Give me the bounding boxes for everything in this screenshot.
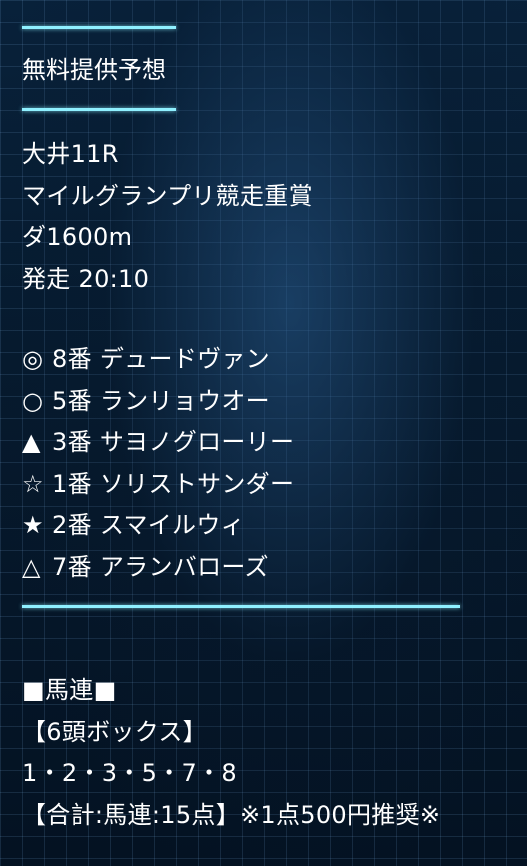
bet-section: ■馬連■ 【6頭ボックス】 1・2・3・5・7・8 【合計:馬連:15点】※1点… (22, 670, 440, 836)
pick-number: 3番 (52, 428, 92, 456)
bet-type: ■馬連■ (22, 676, 117, 704)
pick-horse: サヨノグローリー (99, 428, 295, 456)
pick-item: ○ 5番 ランリョウオー (22, 381, 294, 423)
pick-number: 7番 (52, 552, 92, 581)
pick-horse: デュードヴァン (99, 345, 270, 373)
pick-item: ▲ 3番 サヨノグローリー (22, 422, 294, 464)
pick-number: 8番 (52, 345, 92, 373)
race-name: マイルグランプリ競走重賞 (22, 181, 313, 210)
pick-mark: ☆ (22, 469, 44, 498)
pick-item: ☆ 1番 ソリストサンダー (22, 464, 294, 506)
pick-horse: ランリョウオー (99, 386, 270, 415)
pick-mark: ◎ (22, 345, 44, 373)
pick-number: 2番 (52, 511, 92, 539)
pick-horse: アランバローズ (99, 552, 269, 581)
pick-mark: △ (22, 552, 41, 581)
pick-item: ★ 2番 スマイルウィ (22, 505, 294, 547)
pick-number: 5番 (52, 386, 92, 415)
pick-item: ◎ 8番 デュードヴァン (22, 339, 294, 381)
bet-numbers: 1・2・3・5・7・8 (22, 759, 237, 787)
picks-list: ◎ 8番 デュードヴァン ○ 5番 ランリョウオー ▲ 3番 サヨノグローリー ☆ 1番 ソリス… (22, 339, 294, 588)
title-divider (22, 108, 176, 111)
pick-number: 1番 (52, 469, 92, 498)
pick-item: △ 7番 アランバローズ (22, 547, 294, 589)
race-info: 大井11R マイルグランプリ競走重賞 ダ1600m 発走 20:10 (22, 134, 313, 300)
pick-horse: スマイルウィ (99, 511, 245, 539)
bet-summary: 【合計:馬連:15点】※1点500円推奨※ (22, 800, 441, 829)
pick-mark: ★ (22, 511, 44, 539)
section-divider (22, 605, 460, 608)
race-course: ダ1600m (22, 223, 133, 251)
pick-mark: ▲ (22, 428, 41, 456)
top-divider (22, 26, 176, 29)
pick-mark: ○ (22, 386, 44, 415)
race-venue: 大井11R (22, 140, 119, 168)
bet-format: 【6頭ボックス】 (22, 717, 207, 746)
race-start-time: 発走 20:10 (22, 264, 150, 293)
page-title: 無料提供予想 (22, 56, 166, 84)
pick-horse: ソリストサンダー (99, 469, 295, 498)
